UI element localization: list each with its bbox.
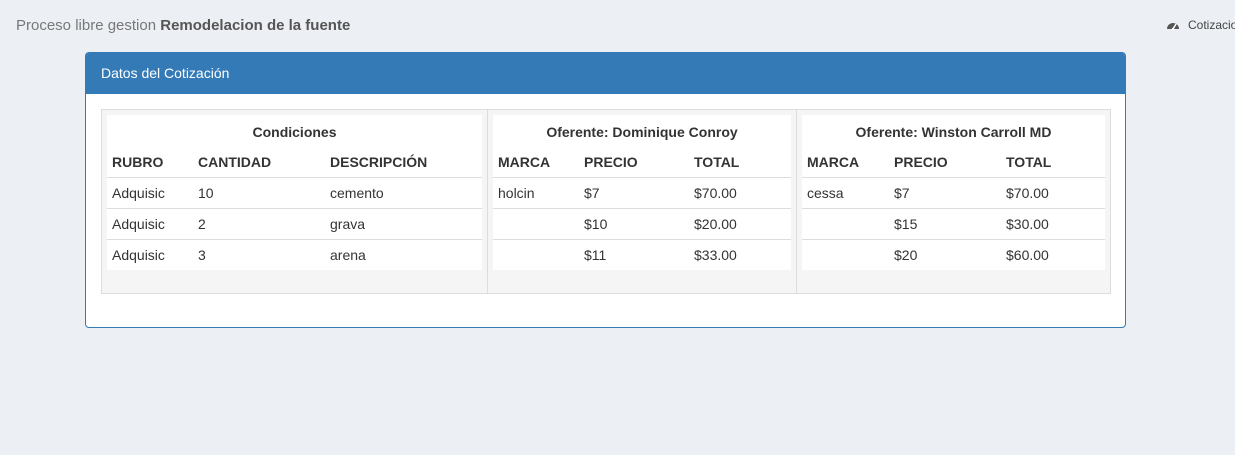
- cell-cantidad: 10: [193, 177, 325, 209]
- column-header: PRECIO: [889, 147, 1001, 178]
- cell-precio: $7: [889, 177, 1001, 209]
- column-header: MARCA: [802, 147, 889, 178]
- dashboard-icon: [1166, 19, 1180, 31]
- page-title-prefix: Proceso libre gestion: [16, 17, 157, 34]
- cell-descripcion: arena: [325, 239, 482, 270]
- table-row: Adquisic 3 arena: [107, 239, 482, 270]
- conditions-table: Condiciones RUBRO CANTIDAD DESCRIPCIÓN A…: [107, 115, 482, 270]
- cell-marca: [493, 239, 579, 270]
- cell-total: $20.00: [689, 208, 791, 240]
- offer-table-2: Oferente: Winston Carroll MD MARCA PRECI…: [802, 115, 1105, 270]
- offer-column-1: Oferente: Dominique Conroy MARCA PRECIO …: [487, 110, 796, 293]
- quotation-panel: Datos del Cotización Condiciones RUBRO C…: [85, 52, 1126, 328]
- column-header: DESCRIPCIÓN: [325, 147, 482, 178]
- cell-total: $33.00: [689, 239, 791, 270]
- cell-marca: [802, 239, 889, 270]
- column-header: TOTAL: [689, 147, 791, 178]
- cell-marca: cessa: [802, 177, 889, 209]
- conditions-column: Condiciones RUBRO CANTIDAD DESCRIPCIÓN A…: [102, 110, 487, 293]
- breadcrumb-label[interactable]: Cotizacio: [1188, 18, 1235, 32]
- cell-total: $60.00: [1001, 239, 1105, 270]
- table-row: Adquisic 2 grava: [107, 208, 482, 240]
- cell-precio: $11: [579, 239, 689, 270]
- quotation-comparison: Condiciones RUBRO CANTIDAD DESCRIPCIÓN A…: [101, 109, 1111, 294]
- cell-total: $30.00: [1001, 208, 1105, 240]
- cell-marca: holcin: [493, 177, 579, 209]
- project-name: Remodelacion de la fuente: [160, 17, 351, 34]
- column-header: PRECIO: [579, 147, 689, 178]
- table-row: $15 $30.00: [802, 208, 1105, 240]
- cell-cantidad: 2: [193, 208, 325, 240]
- table-row: $20 $60.00: [802, 239, 1105, 270]
- panel-title: Datos del Cotización: [86, 53, 1125, 94]
- column-header: CANTIDAD: [193, 147, 325, 178]
- cell-precio: $10: [579, 208, 689, 240]
- table-row: Adquisic 10 cemento: [107, 177, 482, 209]
- table-row: holcin $7 $70.00: [493, 177, 791, 209]
- cell-cantidad: 3: [193, 239, 325, 270]
- offer-table-1: Oferente: Dominique Conroy MARCA PRECIO …: [493, 115, 791, 270]
- table-row: $10 $20.00: [493, 208, 791, 240]
- table-row: cessa $7 $70.00: [802, 177, 1105, 209]
- offer-caption: Oferente: Winston Carroll MD: [855, 124, 1052, 140]
- offer-column-2: Oferente: Winston Carroll MD MARCA PRECI…: [796, 110, 1110, 293]
- cell-rubro: Adquisic: [107, 239, 193, 270]
- cell-marca: [802, 208, 889, 240]
- column-header: MARCA: [493, 147, 579, 178]
- page-title: Proceso libre gestion Remodelacion de la…: [16, 17, 350, 34]
- cell-precio: $20: [889, 239, 1001, 270]
- cell-total: $70.00: [689, 177, 791, 209]
- column-header: RUBRO: [107, 147, 193, 178]
- column-header: TOTAL: [1001, 147, 1105, 178]
- table-row: $11 $33.00: [493, 239, 791, 270]
- cell-precio: $15: [889, 208, 1001, 240]
- cell-total: $70.00: [1001, 177, 1105, 209]
- cell-precio: $7: [579, 177, 689, 209]
- cell-marca: [493, 208, 579, 240]
- offer-caption: Oferente: Dominique Conroy: [546, 124, 738, 140]
- cell-rubro: Adquisic: [107, 208, 193, 240]
- cell-rubro: Adquisic: [107, 177, 193, 209]
- breadcrumb[interactable]: Cotizacio: [1166, 18, 1235, 32]
- cell-descripcion: grava: [325, 208, 482, 240]
- cell-descripcion: cemento: [325, 177, 482, 209]
- conditions-caption: Condiciones: [252, 124, 337, 140]
